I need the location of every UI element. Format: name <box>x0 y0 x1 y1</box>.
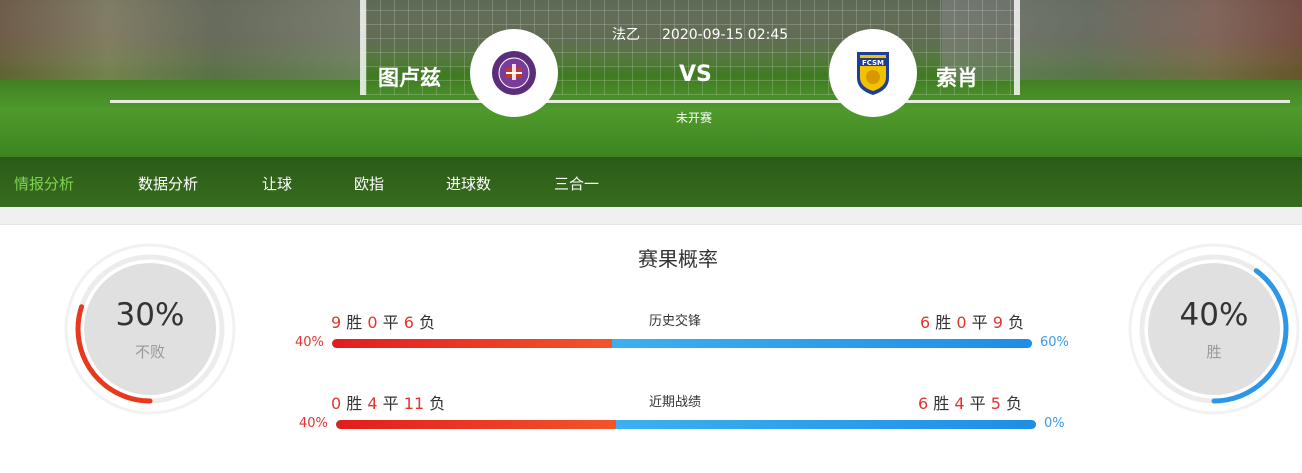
draw-label: 平 <box>382 394 399 413</box>
wins-count: 6 <box>918 394 929 413</box>
analysis-tabs: 情报分析 数据分析 让球 欧指 进球数 三合一 <box>0 157 1302 207</box>
draw-label: 平 <box>382 313 399 332</box>
league-name: 法乙 <box>612 27 640 43</box>
wins-count: 9 <box>331 313 342 332</box>
draws-count: 4 <box>954 394 965 413</box>
win-label: 胜 <box>346 394 363 413</box>
svg-text:FCSM: FCSM <box>862 59 884 67</box>
losses-count: 11 <box>403 394 425 413</box>
wins-count: 6 <box>920 313 931 332</box>
match-info: 法乙 2020-09-15 02:45 <box>612 24 788 44</box>
loss-label: 负 <box>429 394 446 413</box>
history-home-pct: 40% <box>295 335 324 350</box>
recent-away-record: 6 胜 4 平 5 负 <box>918 390 1022 414</box>
toulouse-crest-icon <box>492 51 536 95</box>
divider <box>0 207 1302 225</box>
stands-background <box>0 0 360 80</box>
match-datetime: 2020-09-15 02:45 <box>662 27 789 43</box>
draws-count: 0 <box>367 313 378 332</box>
loss-label: 负 <box>419 313 436 332</box>
tab-data-analysis[interactable]: 数据分析 <box>138 173 198 194</box>
win-label: 胜 <box>933 394 950 413</box>
tab-goals[interactable]: 进球数 <box>446 173 491 194</box>
tab-euro-odds[interactable]: 欧指 <box>354 173 384 194</box>
away-team-name[interactable]: 索肖 <box>936 62 978 92</box>
recent-home-pct: 40% <box>299 416 328 431</box>
history-away-record: 6 胜 0 平 9 负 <box>920 309 1024 333</box>
recent-away-pct: 0% <box>1044 416 1065 431</box>
home-team-name[interactable]: 图卢兹 <box>378 62 441 92</box>
tab-intelligence[interactable]: 情报分析 <box>14 173 74 194</box>
history-bar-away <box>612 339 1032 348</box>
vs-label: VS <box>679 62 712 87</box>
away-probability-label: 胜 <box>1206 343 1222 361</box>
losses-count: 6 <box>403 313 414 332</box>
history-bar-home <box>332 339 612 348</box>
draws-count: 0 <box>956 313 967 332</box>
history-away-pct: 60% <box>1040 335 1069 350</box>
recent-label: 近期战绩 <box>649 395 702 410</box>
history-label: 历史交锋 <box>649 314 702 329</box>
match-header: 法乙 2020-09-15 02:45 图卢兹 VS 未开赛 FCSM 索肖 <box>0 0 1302 157</box>
recent-bar <box>336 420 1036 429</box>
tab-handicap[interactable]: 让球 <box>262 173 292 194</box>
history-home-record: 9 胜 0 平 6 负 <box>331 309 435 333</box>
tab-three-in-one[interactable]: 三合一 <box>554 173 599 194</box>
win-label: 胜 <box>346 313 363 332</box>
pitch-line <box>110 100 1290 103</box>
win-label: 胜 <box>935 313 952 332</box>
away-team-logo[interactable]: FCSM <box>829 29 917 117</box>
loss-label: 负 <box>1006 394 1023 413</box>
draw-label: 平 <box>971 313 988 332</box>
section-title: 赛果概率 <box>638 247 718 271</box>
home-probability-label: 不败 <box>134 343 165 361</box>
recent-home-record: 0 胜 4 平 11 负 <box>331 390 445 414</box>
recent-bar-home <box>336 420 616 429</box>
losses-count: 9 <box>992 313 1003 332</box>
match-status: 未开赛 <box>676 111 713 125</box>
draw-label: 平 <box>969 394 986 413</box>
losses-count: 5 <box>990 394 1001 413</box>
home-probability-value: 30% <box>115 297 185 333</box>
away-probability-value: 40% <box>1179 297 1249 333</box>
history-bar <box>332 339 1032 348</box>
loss-label: 负 <box>1008 313 1025 332</box>
wins-count: 0 <box>331 394 342 413</box>
recent-bar-away <box>616 420 1036 429</box>
home-team-logo[interactable] <box>470 29 558 117</box>
draws-count: 4 <box>367 394 378 413</box>
fcsm-lion-crest-icon: FCSM <box>857 52 889 95</box>
